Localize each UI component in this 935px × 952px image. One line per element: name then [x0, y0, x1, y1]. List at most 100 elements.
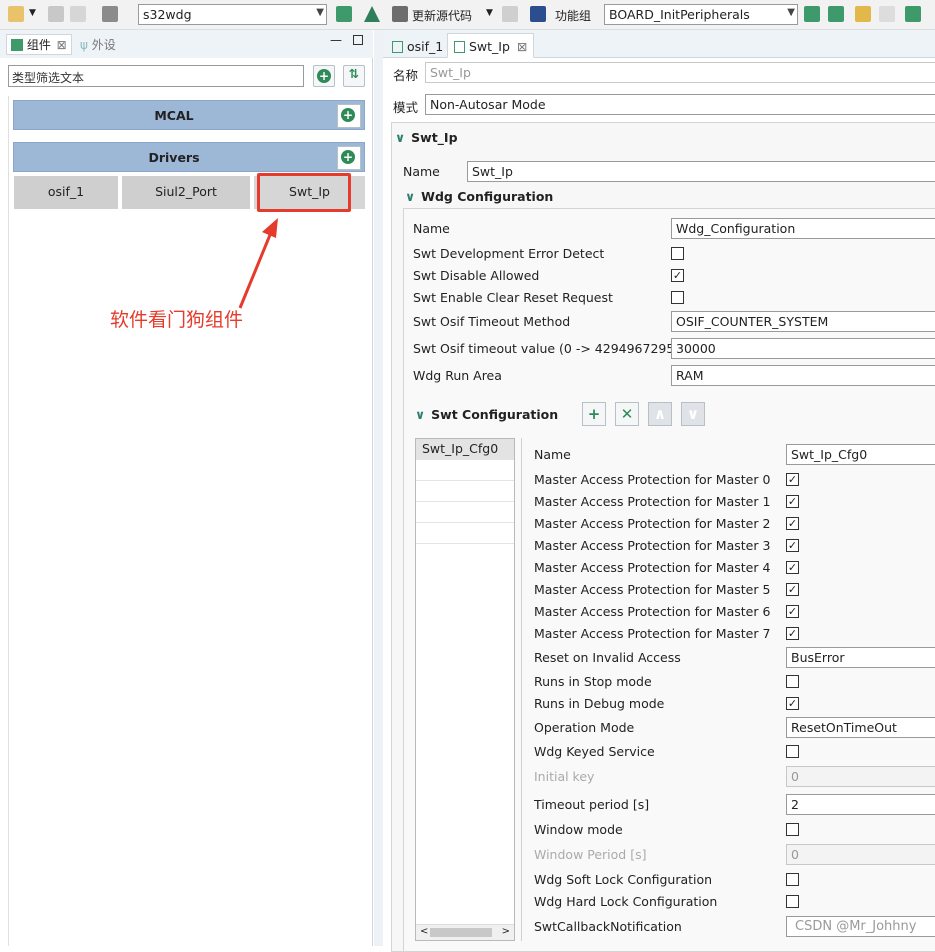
update-code-button[interactable]: 更新源代码	[412, 7, 472, 24]
master-5-checkbox[interactable]: ✓	[786, 583, 799, 596]
close-icon[interactable]: ⊠	[517, 39, 527, 54]
chevron-left-icon[interactable]: <	[420, 926, 428, 937]
master-1-checkbox[interactable]: ✓	[786, 495, 799, 508]
swt-ip-name-field[interactable]: Swt_Ip	[467, 161, 935, 182]
new-file-icon[interactable]	[8, 6, 24, 22]
remove-config-button[interactable]: ✕	[615, 402, 639, 426]
op-mode-field[interactable]: ResetOnTimeOut	[786, 717, 935, 738]
wdg-name-field[interactable]: Wdg_Configuration	[671, 218, 935, 239]
tab-osif-1[interactable]: osif_1	[385, 33, 450, 58]
list-row-empty	[416, 502, 514, 523]
mode-field[interactable]: Non-Autosar Mode	[425, 94, 935, 115]
master-6-checkbox[interactable]: ✓	[786, 605, 799, 618]
reset-invalid-field[interactable]: BusError	[786, 647, 935, 668]
component-siul2-port[interactable]: Siul2_Port	[122, 176, 250, 209]
list-item[interactable]: Swt_Ip_Cfg0	[416, 439, 514, 460]
run-area-label: Wdg Run Area	[413, 368, 502, 383]
hard-lock-label: Wdg Hard Lock Configuration	[534, 894, 718, 909]
splitter[interactable]	[374, 30, 383, 946]
master-3-checkbox[interactable]: ✓	[786, 539, 799, 552]
scroll-thumb[interactable]	[430, 928, 492, 937]
master-7-checkbox[interactable]: ✓	[786, 627, 799, 640]
filter-input[interactable]: 类型筛选文本	[8, 65, 304, 87]
debug-mode-checkbox[interactable]: ✓	[786, 697, 799, 710]
keyed-service-checkbox[interactable]	[786, 745, 799, 758]
add-config-button[interactable]: +	[582, 402, 606, 426]
flag-icon[interactable]	[804, 6, 820, 22]
group-drivers[interactable]: Drivers +	[13, 142, 365, 172]
dev-error-label: Swt Development Error Detect	[413, 246, 605, 261]
master-2-checkbox[interactable]: ✓	[786, 517, 799, 530]
chip-icon[interactable]	[530, 6, 546, 22]
binary-icon[interactable]	[102, 6, 118, 22]
editor-tab-bar: osif_1 Swt_Ip ⊠	[383, 30, 935, 58]
file-icon[interactable]	[502, 6, 518, 22]
undo-icon[interactable]	[855, 6, 871, 22]
components-icon	[11, 39, 23, 51]
timeout-field[interactable]: 2	[786, 794, 935, 815]
main-toolbar: ▼ s32wdg ▼ 更新源代码 ▼ 功能组 BOARD_InitPeriphe…	[0, 0, 935, 30]
master-0-checkbox[interactable]: ✓	[786, 473, 799, 486]
master-4-checkbox[interactable]: ✓	[786, 561, 799, 574]
plugin-icon[interactable]	[905, 6, 921, 22]
stop-mode-checkbox[interactable]	[786, 675, 799, 688]
section-swt-configuration[interactable]: ∨ Swt Configuration	[415, 407, 558, 422]
swt-configuration-title: Swt Configuration	[431, 407, 559, 422]
disable-allowed-checkbox[interactable]: ✓	[671, 269, 684, 282]
plus-icon: +	[317, 69, 331, 83]
function-group-combo[interactable]: BOARD_InitPeripherals ▼	[604, 4, 798, 25]
osif-timeout-field[interactable]: 30000	[671, 338, 935, 359]
hard-lock-checkbox[interactable]	[786, 895, 799, 908]
enable-clear-reset-checkbox[interactable]	[671, 291, 684, 304]
tab-osif-1-label: osif_1	[406, 39, 444, 54]
component-tree	[8, 96, 366, 946]
component-osif-1[interactable]: osif_1	[14, 176, 118, 209]
move-down-button[interactable]: ∨	[681, 402, 705, 426]
project-combo[interactable]: s32wdg ▼	[138, 4, 327, 25]
window-period-field[interactable]: 0	[786, 844, 935, 865]
group-mcal[interactable]: MCAL +	[13, 100, 365, 130]
component-name-field[interactable]: Swt_Ip	[425, 62, 935, 83]
wdg-name-label: Name	[413, 221, 450, 236]
swt-ip-name-label: Name	[403, 164, 440, 179]
window-mode-checkbox[interactable]	[786, 823, 799, 836]
section-swt-ip[interactable]: ∨ Swt_Ip	[395, 130, 458, 145]
timeout-label: Timeout period [s]	[534, 797, 650, 812]
new-dropdown-icon[interactable]: ▼	[29, 8, 36, 18]
update-code-icon[interactable]	[392, 6, 408, 22]
tab-components[interactable]: 组件 ⊠	[6, 34, 72, 55]
section-wdg-configuration[interactable]: ∨ Wdg Configuration	[405, 189, 553, 204]
list-divider	[521, 438, 522, 941]
maximize-icon[interactable]	[353, 35, 363, 45]
minimize-icon[interactable]: —	[330, 33, 342, 47]
update-dropdown-icon[interactable]: ▼	[486, 8, 493, 18]
comment-icon[interactable]	[828, 6, 844, 22]
warning-icon[interactable]	[364, 6, 380, 22]
sort-button[interactable]: ⇅	[343, 65, 365, 87]
tab-peripherals[interactable]: ψ 外设	[80, 36, 116, 53]
horizontal-scrollbar[interactable]: < >	[416, 924, 514, 940]
save-all-icon[interactable]	[70, 6, 86, 22]
cfg-name-field[interactable]: Swt_Ip_Cfg0	[786, 444, 935, 465]
tab-swt-ip[interactable]: Swt_Ip ⊠	[447, 33, 535, 58]
list-row-empty	[416, 523, 514, 544]
osif-method-field[interactable]: OSIF_COUNTER_SYSTEM	[671, 311, 935, 332]
home-icon[interactable]	[336, 6, 352, 22]
osif-timeout-value: 30000	[676, 341, 716, 356]
component-file-icon	[454, 41, 465, 53]
run-area-field[interactable]: RAM	[671, 365, 935, 386]
initial-key-field[interactable]: 0	[786, 766, 935, 787]
components-panel: 组件 ⊠ ψ 外设 — 类型筛选文本 + ⇅ MCAL + Drivers + …	[0, 30, 373, 946]
redo-icon[interactable]	[879, 6, 895, 22]
chevron-right-icon[interactable]: >	[502, 926, 510, 937]
close-icon[interactable]: ⊠	[57, 38, 67, 52]
move-up-button[interactable]: ∧	[648, 402, 672, 426]
list-item-label: Swt_Ip_Cfg0	[422, 441, 499, 456]
soft-lock-checkbox[interactable]	[786, 873, 799, 886]
list-row-empty	[416, 460, 514, 481]
add-mcal-button[interactable]: +	[337, 104, 361, 128]
add-drivers-button[interactable]: +	[337, 146, 361, 170]
dev-error-checkbox[interactable]	[671, 247, 684, 260]
save-icon[interactable]	[48, 6, 64, 22]
add-component-button[interactable]: +	[313, 65, 335, 87]
